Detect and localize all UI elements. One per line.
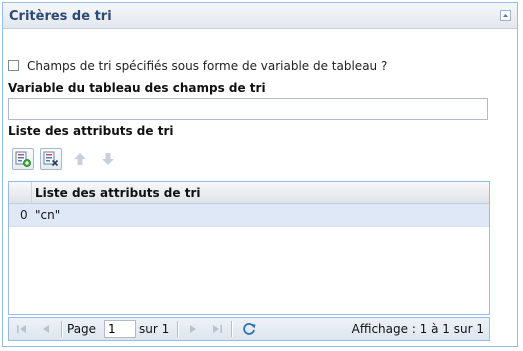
page-number-input[interactable]	[104, 320, 136, 338]
array-variable-checkbox[interactable]	[8, 60, 19, 71]
array-variable-checkbox-label: Champs de tri spécifiés sous forme de va…	[27, 59, 388, 73]
move-up-button[interactable]	[69, 148, 91, 170]
collapse-button[interactable]	[500, 10, 511, 21]
grid-header: Liste des attributs de tri	[9, 182, 489, 204]
row-number-column-header	[9, 182, 32, 203]
attribute-list-label: Liste des attributs de tri	[8, 124, 174, 138]
move-up-icon	[74, 153, 86, 165]
next-page-icon[interactable]	[187, 323, 199, 335]
pagination-toolbar: Page sur 1 Affichage : 1 à 1 sur 1	[8, 317, 490, 341]
table-row[interactable]: 0 "cn"	[9, 204, 489, 227]
first-page-icon[interactable]	[16, 323, 28, 335]
remove-attribute-button[interactable]	[40, 148, 62, 170]
pager-separator	[61, 321, 63, 337]
last-page-icon[interactable]	[211, 323, 223, 335]
move-down-button[interactable]	[97, 148, 119, 170]
panel-title: Critères de tri	[9, 9, 112, 24]
panel-header: Critères de tri	[3, 3, 517, 29]
attribute-column-header[interactable]: Liste des attributs de tri	[35, 186, 200, 200]
array-variable-input[interactable]	[8, 98, 488, 120]
add-attribute-button[interactable]	[12, 148, 34, 170]
pager-separator	[231, 321, 233, 337]
collapse-up-icon	[503, 14, 508, 17]
refresh-icon[interactable]	[241, 321, 257, 337]
sort-attributes-grid: Liste des attributs de tri 0 "cn"	[8, 181, 490, 315]
row-index: 0	[20, 208, 28, 222]
page-label: Page	[67, 322, 97, 336]
paging-display-info: Affichage : 1 à 1 sur 1	[351, 322, 484, 336]
previous-page-icon[interactable]	[40, 323, 52, 335]
add-attribute-icon	[15, 151, 31, 167]
attribute-cell[interactable]: "cn"	[35, 208, 60, 222]
page-count-label: sur 1	[139, 322, 170, 336]
remove-attribute-icon	[43, 151, 59, 167]
move-down-icon	[102, 153, 114, 165]
variable-field-label: Variable du tableau des champs de tri	[8, 81, 266, 95]
pager-separator	[177, 321, 179, 337]
